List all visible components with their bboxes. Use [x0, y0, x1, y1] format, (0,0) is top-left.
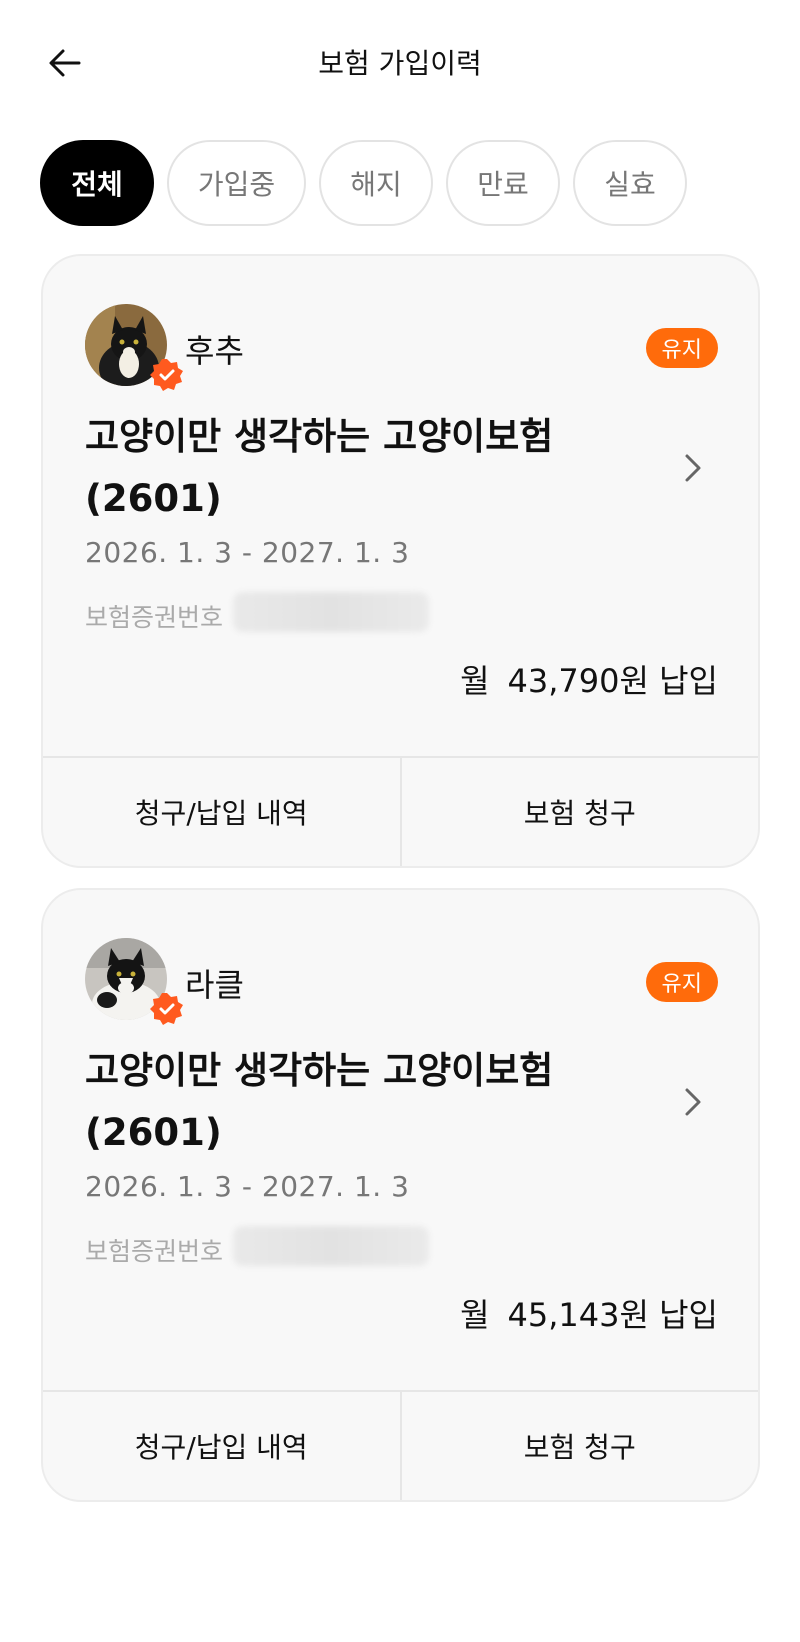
- pet-name: 라클: [185, 966, 244, 1004]
- premium-prefix: 월: [460, 662, 490, 700]
- claim-payment-history-button[interactable]: 청구/납입 내역: [43, 758, 400, 866]
- premium-prefix: 월: [460, 1296, 490, 1334]
- policy-card: 라클 유지 고양이만 생각하는 고양이보험 (2601) 2026. 1. 3 …: [41, 888, 760, 1502]
- product-name: 고양이만 생각하는 고양이보험 (2601): [85, 1049, 554, 1154]
- chevron-right-icon: [685, 1088, 701, 1116]
- filter-chips: 전체 가입중 해지 만료 실효: [40, 140, 687, 226]
- monthly-premium: 월 45,143원 납입: [460, 1290, 718, 1336]
- card-actions: 청구/납입 내역 보험 청구: [43, 756, 758, 866]
- verified-badge-icon: [150, 993, 183, 1025]
- policy-card-body[interactable]: 후추 유지 고양이만 생각하는 고양이보험 (2601) 2026. 1. 3 …: [43, 256, 758, 756]
- policy-number-masked: [233, 1226, 429, 1266]
- policy-number-label: 보험증권번호: [85, 603, 224, 632]
- product-name: 고양이만 생각하는 고양이보험 (2601): [85, 415, 554, 520]
- page-title: 보험 가입이력: [318, 47, 482, 80]
- insurance-claim-button[interactable]: 보험 청구: [399, 758, 759, 866]
- filter-chip-cancelled[interactable]: 해지: [319, 140, 433, 226]
- policy-number-masked: [233, 592, 429, 632]
- filter-chip-lapsed[interactable]: 실효: [573, 140, 687, 226]
- filter-chip-expired[interactable]: 만료: [446, 140, 560, 226]
- insurance-claim-button[interactable]: 보험 청구: [399, 1392, 759, 1500]
- app-header: 보험 가입이력: [0, 0, 800, 130]
- premium-amount: 43,790원 납입: [507, 662, 718, 700]
- filter-chip-all[interactable]: 전체: [40, 140, 154, 226]
- status-badge: 유지: [645, 328, 718, 368]
- insurance-history-page: 보험 가입이력 전체 가입중 해지 만료 실효 후추 유지 고양이만 생각하는 …: [0, 0, 800, 1642]
- policy-card-body[interactable]: 라클 유지 고양이만 생각하는 고양이보험 (2601) 2026. 1. 3 …: [43, 890, 758, 1390]
- monthly-premium: 월 43,790원 납입: [460, 656, 718, 702]
- claim-payment-history-button[interactable]: 청구/납입 내역: [43, 1392, 400, 1500]
- policy-card: 후추 유지 고양이만 생각하는 고양이보험 (2601) 2026. 1. 3 …: [41, 254, 760, 868]
- coverage-period: 2026. 1. 3 - 2027. 1. 3: [85, 1170, 410, 1203]
- verified-badge-icon: [150, 359, 183, 391]
- status-badge: 유지: [645, 962, 718, 1002]
- policy-number-label: 보험증권번호: [85, 1237, 224, 1266]
- pet-name: 후추: [185, 332, 244, 370]
- filter-chip-active[interactable]: 가입중: [167, 140, 306, 226]
- card-actions: 청구/납입 내역 보험 청구: [43, 1390, 758, 1500]
- coverage-period: 2026. 1. 3 - 2027. 1. 3: [85, 536, 410, 569]
- premium-amount: 45,143원 납입: [507, 1296, 718, 1334]
- chevron-right-icon: [685, 454, 701, 482]
